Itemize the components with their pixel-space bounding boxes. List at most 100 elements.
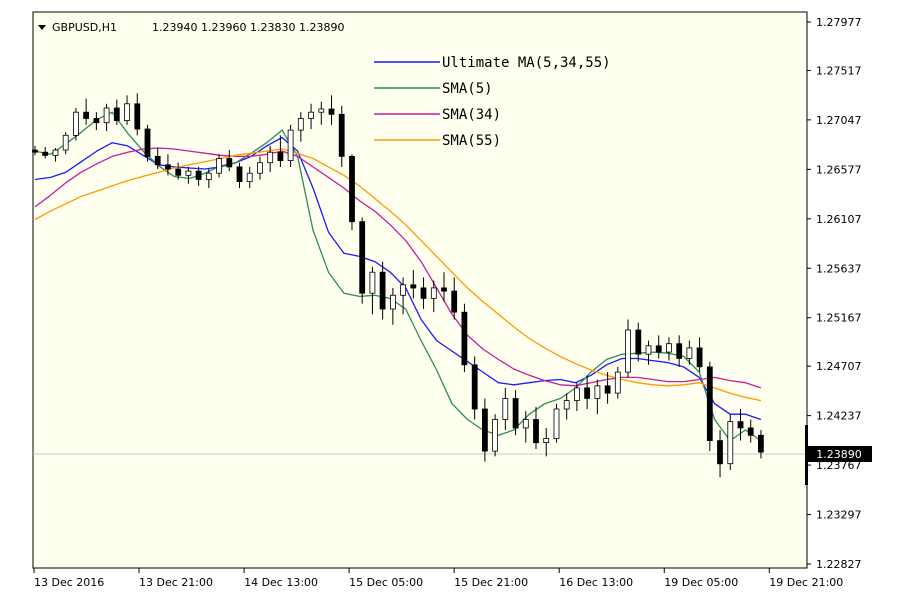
x-tick-label-0: 13 Dec 2016 [34, 576, 104, 589]
candle-body-11 [144, 128, 151, 157]
price-scroll-handle[interactable] [805, 425, 808, 485]
candle-body-42 [461, 311, 468, 366]
y-tick-label-10: 1.23297 [816, 509, 862, 522]
candle-body-69 [737, 421, 744, 429]
candle-body-48 [522, 419, 529, 429]
candle-body-49 [533, 419, 539, 444]
candle-body-28 [318, 108, 325, 113]
candle-body-65 [696, 347, 703, 368]
y-tick-label-2: 1.27047 [816, 114, 862, 127]
candle-body-31 [349, 155, 355, 223]
candle-body-35 [389, 294, 396, 310]
y-tick-label-6: 1.25167 [816, 312, 862, 325]
candle-body-3 [62, 134, 69, 151]
candle-body-4 [73, 111, 79, 136]
candle-body-18 [216, 158, 223, 174]
candle-body-29 [328, 108, 335, 115]
chart-title: GBPUSD,H1 [52, 21, 117, 34]
candle-body-68 [727, 421, 734, 465]
candle-body-6 [93, 118, 100, 124]
y-tick-label-5: 1.25637 [816, 262, 862, 275]
y-tick-label-11: 1.22827 [816, 558, 862, 571]
candle-body-61 [655, 345, 662, 353]
candle-body-51 [553, 408, 560, 439]
candle-body-47 [512, 398, 519, 429]
candle-body-22 [256, 162, 263, 174]
candle-body-67 [717, 440, 723, 465]
chart-header: GBPUSD,H1 1.23940 1.23960 1.23830 1.2389… [38, 21, 344, 34]
candle-body-44 [481, 408, 488, 452]
candle-body-70 [747, 427, 754, 436]
legend-label-3: SMA(55) [442, 133, 501, 149]
candle-body-1 [42, 151, 49, 156]
candle-body-58 [625, 329, 631, 373]
candle-body-46 [502, 398, 509, 420]
candle-body-56 [604, 385, 611, 394]
candle-body-36 [400, 284, 407, 296]
x-tick-label-4: 15 Dec 21:00 [454, 576, 528, 589]
candle-body-59 [635, 329, 642, 355]
legend-label-2: SMA(34) [442, 107, 501, 123]
candle-body-21 [246, 172, 253, 182]
candle-body-32 [359, 221, 366, 294]
candle-body-16 [195, 170, 202, 180]
candle-body-13 [164, 164, 171, 170]
legend-label-1: SMA(5) [442, 81, 493, 97]
y-tick-label-7: 1.24707 [816, 360, 862, 373]
x-tick-label-6: 19 Dec 05:00 [664, 576, 738, 589]
x-tick-label-3: 15 Dec 05:00 [349, 576, 423, 589]
current-price-label: 1.23890 [816, 448, 862, 461]
candle-body-19 [226, 158, 233, 168]
x-tick-label-1: 13 Dec 21:00 [139, 576, 213, 589]
candle-body-8 [113, 107, 120, 122]
candle-body-27 [308, 111, 315, 119]
candle-body-54 [584, 387, 590, 399]
candle-body-71 [758, 434, 764, 453]
candle-body-41 [451, 290, 458, 313]
candle-body-45 [492, 419, 499, 452]
plot-area [32, 11, 808, 569]
candle-body-38 [420, 287, 427, 299]
candle-body-20 [236, 166, 243, 182]
candle-body-30 [338, 113, 345, 157]
candle-body-62 [666, 343, 672, 353]
candle-body-25 [287, 129, 294, 162]
candle-body-10 [134, 103, 141, 130]
chart-svg: GBPUSD,H1 1.23940 1.23960 1.23830 1.2389… [0, 0, 900, 600]
candle-body-57 [614, 371, 621, 394]
candle-body-26 [297, 118, 304, 131]
candle-body-15 [185, 170, 192, 176]
candle-body-23 [267, 151, 274, 164]
candle-body-40 [441, 287, 447, 292]
candle-body-66 [706, 366, 713, 441]
candle-body-14 [175, 168, 182, 176]
candle-body-60 [645, 345, 652, 355]
candle-body-39 [430, 287, 437, 299]
y-tick-label-1: 1.27517 [816, 64, 862, 77]
y-tick-label-3: 1.26577 [816, 163, 862, 176]
candle-body-43 [471, 364, 478, 410]
y-tick-label-4: 1.26107 [816, 213, 862, 226]
candle-body-37 [410, 284, 417, 289]
candle-body-24 [277, 151, 284, 161]
candle-body-5 [83, 111, 89, 119]
candle-body-0 [32, 149, 38, 153]
x-tick-label-2: 14 Dec 13:00 [244, 576, 318, 589]
candle-body-33 [369, 271, 376, 294]
candle-body-17 [205, 172, 212, 180]
y-tick-label-0: 1.27977 [816, 16, 862, 29]
x-tick-label-5: 16 Dec 13:00 [559, 576, 633, 589]
ohlc-values: 1.23940 1.23960 1.23830 1.23890 [152, 21, 344, 34]
chart-root: GBPUSD,H1 1.23940 1.23960 1.23830 1.2389… [0, 0, 900, 600]
candle-body-64 [686, 347, 693, 359]
legend-label-0: Ultimate MA(5,34,55) [442, 55, 611, 71]
candle-body-12 [154, 155, 161, 166]
candle-body-2 [52, 149, 59, 156]
candle-body-50 [543, 437, 550, 443]
y-tick-label-8: 1.24237 [816, 410, 862, 423]
candle-body-9 [124, 103, 130, 122]
candle-body-34 [379, 271, 386, 310]
candle-body-52 [563, 400, 570, 410]
candle-body-55 [594, 385, 601, 399]
candle-body-7 [103, 107, 110, 124]
